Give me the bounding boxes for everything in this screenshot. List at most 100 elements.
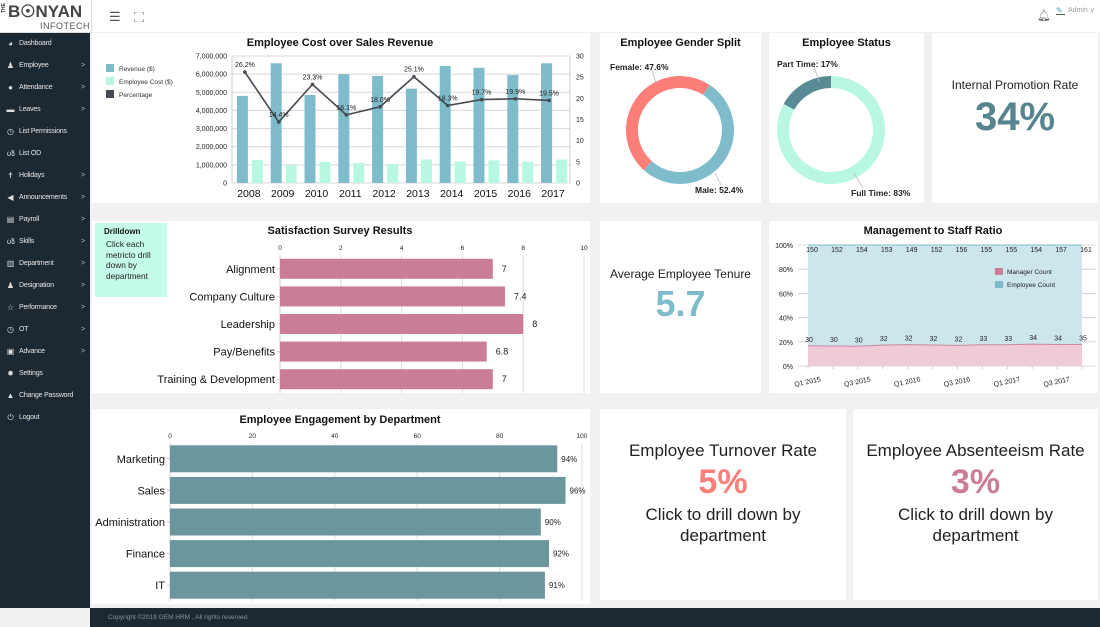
expand-icon[interactable] xyxy=(133,9,145,23)
chart-title: Employee Status xyxy=(802,37,891,49)
value-label: 7.4 xyxy=(514,291,527,301)
manager-count-label: 30 xyxy=(830,337,838,344)
person-icon: Ϯ xyxy=(8,171,13,180)
y-tick-right: 15 xyxy=(576,117,584,124)
sidebar-item-label: Announcements xyxy=(19,194,67,201)
sidebar-item-change-password[interactable]: ▲ Change Password xyxy=(0,385,90,407)
legend-swatch xyxy=(995,281,1003,288)
engagement-card: Employee Engagement by Department 0 20 40 60… xyxy=(92,409,590,604)
area-manager-count xyxy=(808,344,1082,366)
sidebar-item-list-od[interactable]: ൾ List OD xyxy=(0,143,90,165)
percentage-label: 26.2% xyxy=(235,62,255,69)
chevron-right-icon: > xyxy=(81,84,86,91)
sidebar-item-payroll[interactable]: ▤ Payroll > xyxy=(0,209,90,231)
sidebar-item-label: Holidays xyxy=(19,172,45,179)
promotion-card[interactable]: Internal Promotion Rate 34% xyxy=(932,33,1098,203)
user-label: Admin xyxy=(1068,7,1088,14)
turnover-card[interactable]: Employee Turnover Rate 5% Click to drill… xyxy=(600,409,846,600)
clock-icon: ◷ xyxy=(7,325,14,334)
sidebar-item-holidays[interactable]: Ϯ Holidays > xyxy=(0,165,90,187)
calculator-icon: ▤ xyxy=(6,215,15,224)
user-tie-icon: ♟ xyxy=(6,281,15,290)
clock-icon: ◷ xyxy=(7,127,14,136)
expand-icon-svg xyxy=(133,11,145,23)
chevron-right-icon: > xyxy=(81,194,86,201)
y-tick-left: 4,000,000 xyxy=(196,108,227,115)
turnover-note: Click to drill down by department xyxy=(645,505,801,545)
employee-count-label: 152 xyxy=(931,247,943,254)
sidebar-item-designation[interactable]: ♟ Designation > xyxy=(0,275,90,297)
manager-count-label: 34 xyxy=(1029,335,1037,342)
bicycle-icon: ൾ xyxy=(6,149,15,158)
tenure-label: Average Employee Tenure xyxy=(610,267,751,281)
chevron-right-icon: > xyxy=(81,348,86,355)
chevron-right-icon: > xyxy=(81,172,86,179)
sidebar-item-settings[interactable]: ✹ Settings xyxy=(0,363,90,385)
percentage-point xyxy=(276,120,281,124)
x-tick: Q3 2017 xyxy=(1043,376,1071,388)
value-label: 91% xyxy=(549,581,565,590)
gender-card: Employee Gender Split Female: 47.6% Male: … xyxy=(600,33,761,203)
value-label: 96% xyxy=(570,486,586,495)
promotion-value: 34% xyxy=(974,95,1056,139)
promotion-label: Internal Promotion Rate xyxy=(951,78,1079,92)
employee-count-label: 157 xyxy=(1055,247,1067,254)
y-tick: 100% xyxy=(775,243,793,250)
bar xyxy=(170,571,545,599)
hamburger-icon[interactable]: ☰ xyxy=(109,9,121,25)
x-tick: 40 xyxy=(331,433,339,440)
top-bar xyxy=(0,0,1100,32)
drilldown-note[interactable]: Drilldown Click each metricto drill down… xyxy=(95,223,167,297)
category-label: Company Culture xyxy=(189,291,275,303)
revenue-bar xyxy=(372,75,384,183)
percentage-label: 18.0% xyxy=(370,97,390,104)
sidebar-item-advance[interactable]: ▣ Advance > xyxy=(0,341,90,363)
logo-prefix: THE xyxy=(1,3,7,13)
x-tick: 100 xyxy=(577,433,588,440)
y-tick-right: 25 xyxy=(576,75,584,82)
sidebar-item-skills[interactable]: ൾ Skills > xyxy=(0,231,90,253)
sidebar-item-performance[interactable]: ☆ Performance > xyxy=(0,297,90,319)
x-tick: 6 xyxy=(461,245,465,252)
employee-cost-bar xyxy=(387,163,399,183)
x-tick: 2013 xyxy=(406,188,430,200)
category-label: Training & Development xyxy=(157,374,275,386)
percentage-label: 16.1% xyxy=(336,105,356,112)
sidebar-item-label: Settings xyxy=(19,370,43,377)
manager-count-label: 32 xyxy=(955,336,963,343)
user-menu[interactable]: ✎ Admin ∨ xyxy=(1056,6,1095,15)
x-tick: 2014 xyxy=(440,188,464,200)
tenure-card[interactable]: Average Employee Tenure 5.7 xyxy=(600,221,761,393)
chevron-right-icon: > xyxy=(81,304,86,311)
bed-icon: ▬ xyxy=(6,105,15,114)
value-label: 94% xyxy=(561,455,577,464)
sidebar-item-label: Dashboard xyxy=(19,40,52,47)
x-tick: 80 xyxy=(496,433,504,440)
sidebar-item-leaves[interactable]: ▬ Leaves > xyxy=(0,99,90,121)
sidebar-item-announcements[interactable]: ◀ Announcements > xyxy=(0,187,90,209)
logo[interactable]: THE B☉NYAN INFOTECH xyxy=(0,0,92,33)
sidebar-item-label: List Permissions xyxy=(19,128,67,135)
sidebar-item-attendance[interactable]: ● Attendance > xyxy=(0,77,90,99)
employee-cost-bar xyxy=(488,160,500,183)
percentage-line xyxy=(244,71,550,124)
bell-icon[interactable]: 🔔︎ xyxy=(1037,9,1051,22)
absenteeism-label: Employee Absenteeism Rate xyxy=(866,441,1085,460)
sidebar-item-employee[interactable]: ♟ Employee > xyxy=(0,55,90,77)
value-label: 7 xyxy=(502,264,507,274)
sidebar-item-dashboard[interactable]: ◕ Dashboard xyxy=(0,33,90,55)
y-tick: 80% xyxy=(779,267,793,274)
category-label: Sales xyxy=(137,485,165,497)
x-tick: 2012 xyxy=(372,188,396,200)
y-tick: 20% xyxy=(779,340,793,347)
employee-count-label: 154 xyxy=(856,247,868,254)
sidebar-item-ot[interactable]: ◷ OT > xyxy=(0,319,90,341)
sidebar-item-list-permissions[interactable]: ◷ List Permissions xyxy=(0,121,90,143)
employee-count-label: 149 xyxy=(906,247,918,254)
category-label: Leadership xyxy=(221,319,275,331)
sidebar-item-label: Designation xyxy=(19,282,54,289)
absenteeism-card[interactable]: Employee Absenteeism Rate 3% Click to dr… xyxy=(853,409,1098,600)
sidebar-item-logout[interactable]: ⏻ Logout xyxy=(0,407,90,429)
x-tick: 2011 xyxy=(339,188,362,200)
sidebar-item-department[interactable]: ▥ Department > xyxy=(0,253,90,275)
